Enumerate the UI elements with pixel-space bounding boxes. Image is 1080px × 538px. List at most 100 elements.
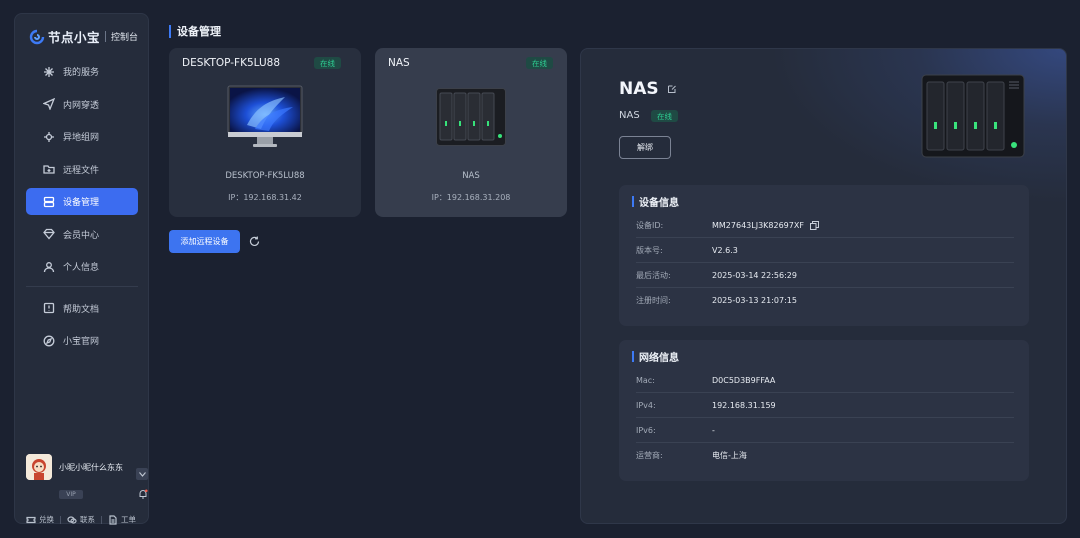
sidebar: 节点小宝 控制台 我的服务 内网穿透 异地组网 远程文件 设备管理 会员中心 个…	[14, 13, 149, 525]
device-display-name: DESKTOP-FK5LU88	[225, 171, 305, 181]
section-heading: 设备信息	[632, 194, 679, 209]
copy-icon[interactable]	[809, 220, 819, 230]
edit-icon[interactable]	[667, 84, 677, 94]
info-key: IPv4:	[636, 400, 656, 410]
send-icon	[43, 98, 55, 110]
app-logo[interactable]: 节点小宝 控制台	[29, 27, 138, 46]
compass-icon	[43, 335, 55, 346]
device-ip: IP：192.168.31.42	[228, 193, 302, 202]
sidebar-item-label: 远程文件	[63, 165, 100, 176]
info-row-registered: 注册时间: 2025-03-13 21:07:15	[636, 288, 1014, 313]
device-icon	[43, 196, 55, 207]
sidebar-item-device-management[interactable]: 设备管理	[26, 188, 138, 215]
logo-divider	[105, 31, 107, 42]
sidebar-item-label: 内网穿透	[63, 100, 100, 111]
title-accent-bar	[169, 24, 171, 38]
user-name: 小昵小昵什么东东	[59, 463, 123, 472]
sidebar-item-tunnel[interactable]: 内网穿透	[26, 91, 138, 118]
brand-logo-icon	[29, 29, 45, 44]
sidebar-item-profile[interactable]: 个人信息	[26, 253, 138, 280]
info-key: IPv6:	[636, 425, 656, 435]
nas-device-icon	[436, 88, 506, 146]
device-id-value: MM27643LJ3K82697XF	[712, 220, 804, 230]
status-badge: 在线	[526, 57, 553, 69]
info-value: D0C5D3B9FFAA	[712, 375, 776, 385]
sparkle-icon	[44, 66, 54, 77]
device-card-desktop[interactable]: DESKTOP-FK5LU88 在线 DESKTOP-FK5LU88 IP：19…	[169, 48, 361, 217]
device-detail-panel: NAS NAS 在线 解绑 设备信息 设备ID: MM27643LJ3K8269…	[580, 48, 1067, 524]
link-divider	[60, 515, 61, 524]
info-key: 最后活动:	[636, 270, 671, 280]
unbind-button[interactable]: 解绑	[619, 136, 671, 159]
info-row-mac: Mac: D0C5D3B9FFAA	[636, 368, 1014, 393]
device-card-name: DESKTOP-FK5LU88	[182, 57, 281, 69]
heading-accent-bar	[632, 196, 634, 207]
info-value: 电信-上海	[712, 451, 747, 460]
sidebar-item-label: 会员中心	[63, 230, 100, 241]
ticket-label: 工单	[121, 515, 136, 524]
info-value: 2025-03-13 21:07:15	[712, 296, 797, 305]
doc-icon	[109, 514, 117, 525]
info-value: 192.168.31.159	[712, 400, 776, 410]
info-key: 运营商:	[636, 451, 663, 460]
info-row-isp: 运营商: 电信-上海	[636, 443, 1014, 468]
info-row-ipv4: IPv4: 192.168.31.159	[636, 393, 1014, 418]
info-row-ipv6: IPv6: -	[636, 418, 1014, 443]
sidebar-item-label: 我的服务	[63, 68, 100, 78]
avatar-character-icon	[26, 454, 52, 480]
nas-device-icon	[921, 74, 1025, 158]
add-remote-device-button[interactable]: 添加远程设备	[169, 230, 240, 253]
info-row-device-id: 设备ID: MM27643LJ3K82697XF	[636, 213, 1014, 238]
diamond-icon	[43, 228, 55, 240]
info-value: -	[712, 425, 715, 435]
info-key: Mac:	[636, 375, 655, 385]
redeem-label: 兑换	[39, 515, 54, 524]
sidebar-item-label: 设备管理	[63, 198, 100, 208]
chevron-down-icon	[138, 471, 146, 477]
redeem-link[interactable]: 兑换	[26, 514, 54, 525]
network-info-section: 网络信息 Mac: D0C5D3B9FFAA IPv4: 192.168.31.…	[619, 340, 1029, 481]
info-value: 2025-03-14 22:56:29	[712, 270, 797, 280]
info-row-version: 版本号: V2.6.3	[636, 238, 1014, 263]
sidebar-item-label: 个人信息	[63, 263, 100, 273]
section-heading: 网络信息	[632, 349, 679, 364]
sidebar-item-membership[interactable]: 会员中心	[26, 221, 138, 248]
device-card-nas[interactable]: NAS 在线 NAS IP：192.168.31.208	[375, 48, 567, 217]
desktop-monitor-icon	[227, 85, 303, 147]
device-display-name: NAS	[462, 171, 480, 181]
page-title: 设备管理	[169, 23, 221, 39]
sidebar-nav: 我的服务 内网穿透 异地组网 远程文件 设备管理 会员中心 个人信息 帮助文档 …	[26, 58, 138, 360]
sidebar-item-label: 帮助文档	[63, 304, 100, 315]
ticket-link[interactable]: 工单	[108, 514, 136, 525]
info-key: 版本号:	[636, 245, 663, 255]
user-menu-dropdown[interactable]	[136, 468, 148, 480]
sidebar-item-label: 异地组网	[63, 133, 100, 143]
sidebar-item-official-site[interactable]: 小宝官网	[26, 327, 138, 354]
console-label: 控制台	[111, 33, 139, 43]
contact-link[interactable]: 联系	[67, 514, 95, 525]
sidebar-item-my-services[interactable]: 我的服务	[26, 58, 138, 85]
detail-title: NAS	[619, 79, 659, 99]
refresh-icon[interactable]	[249, 236, 260, 247]
sidebar-item-label: 小宝官网	[63, 337, 100, 347]
folder-icon	[43, 165, 55, 174]
avatar[interactable]	[26, 454, 52, 480]
contact-label: 联系	[80, 515, 95, 524]
device-card-name: NAS	[388, 57, 410, 69]
sidebar-item-help-docs[interactable]: 帮助文档	[26, 295, 138, 322]
sidebar-bottom-links: 兑换 联系 工单	[26, 514, 136, 525]
brand-name: 节点小宝	[48, 30, 101, 45]
device-ip: IP：192.168.31.208	[431, 193, 511, 202]
device-info-section: 设备信息 设备ID: MM27643LJ3K82697XF 版本号: V2.6.…	[619, 185, 1029, 326]
status-badge: 在线	[651, 110, 678, 122]
info-key: 设备ID:	[636, 220, 664, 230]
bell-icon[interactable]	[138, 489, 148, 499]
chat-icon	[67, 515, 77, 524]
page-title-text: 设备管理	[177, 25, 221, 38]
link-divider	[101, 515, 102, 524]
heading-accent-bar	[632, 351, 634, 362]
detail-subtitle: NAS	[619, 110, 640, 121]
sidebar-item-remote-files[interactable]: 远程文件	[26, 156, 138, 183]
network-info-heading: 网络信息	[639, 353, 679, 364]
sidebar-item-networking[interactable]: 异地组网	[26, 123, 138, 150]
